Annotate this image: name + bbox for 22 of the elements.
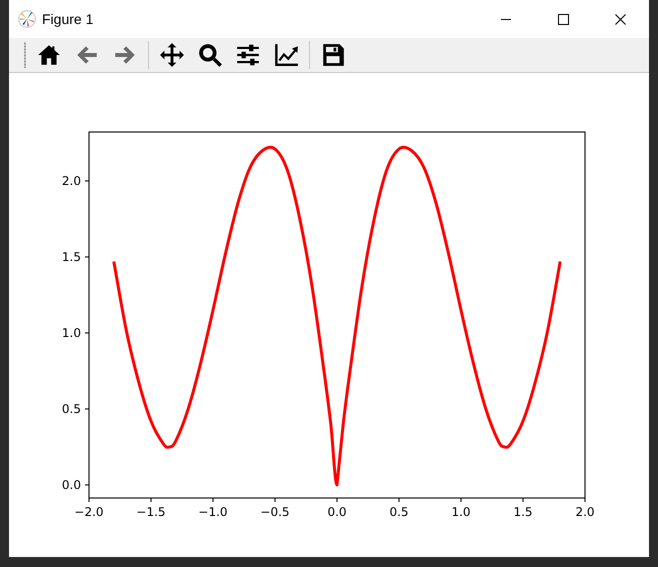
y-tick-label: 1.5 [62,250,81,264]
sliders-icon [235,42,261,68]
y-tick-label: 2.0 [62,174,81,188]
x-tick-label: −0.5 [260,505,290,519]
window-title: Figure 1 [42,11,94,27]
y-tick-label: 0.0 [62,478,81,492]
x-tick-label: 0.0 [327,505,347,519]
x-tick-label: −2.0 [74,505,104,519]
x-tick-label: −1.0 [198,505,228,519]
y-tick-label: 0.5 [62,402,81,416]
y-tick-label: 1.0 [62,326,81,340]
search-icon [197,42,223,68]
line-chart-icon [273,42,299,68]
x-tick-label: 1.5 [513,505,533,519]
x-tick-label: 2.0 [575,505,595,519]
x-tick-label: 1.0 [451,505,471,519]
maximize-icon [558,14,569,24]
x-tick-label: 0.5 [389,505,409,519]
x-tick-label: −1.5 [136,505,166,519]
app-icon [18,10,36,28]
close-icon [615,14,626,24]
move-icon [159,42,185,68]
